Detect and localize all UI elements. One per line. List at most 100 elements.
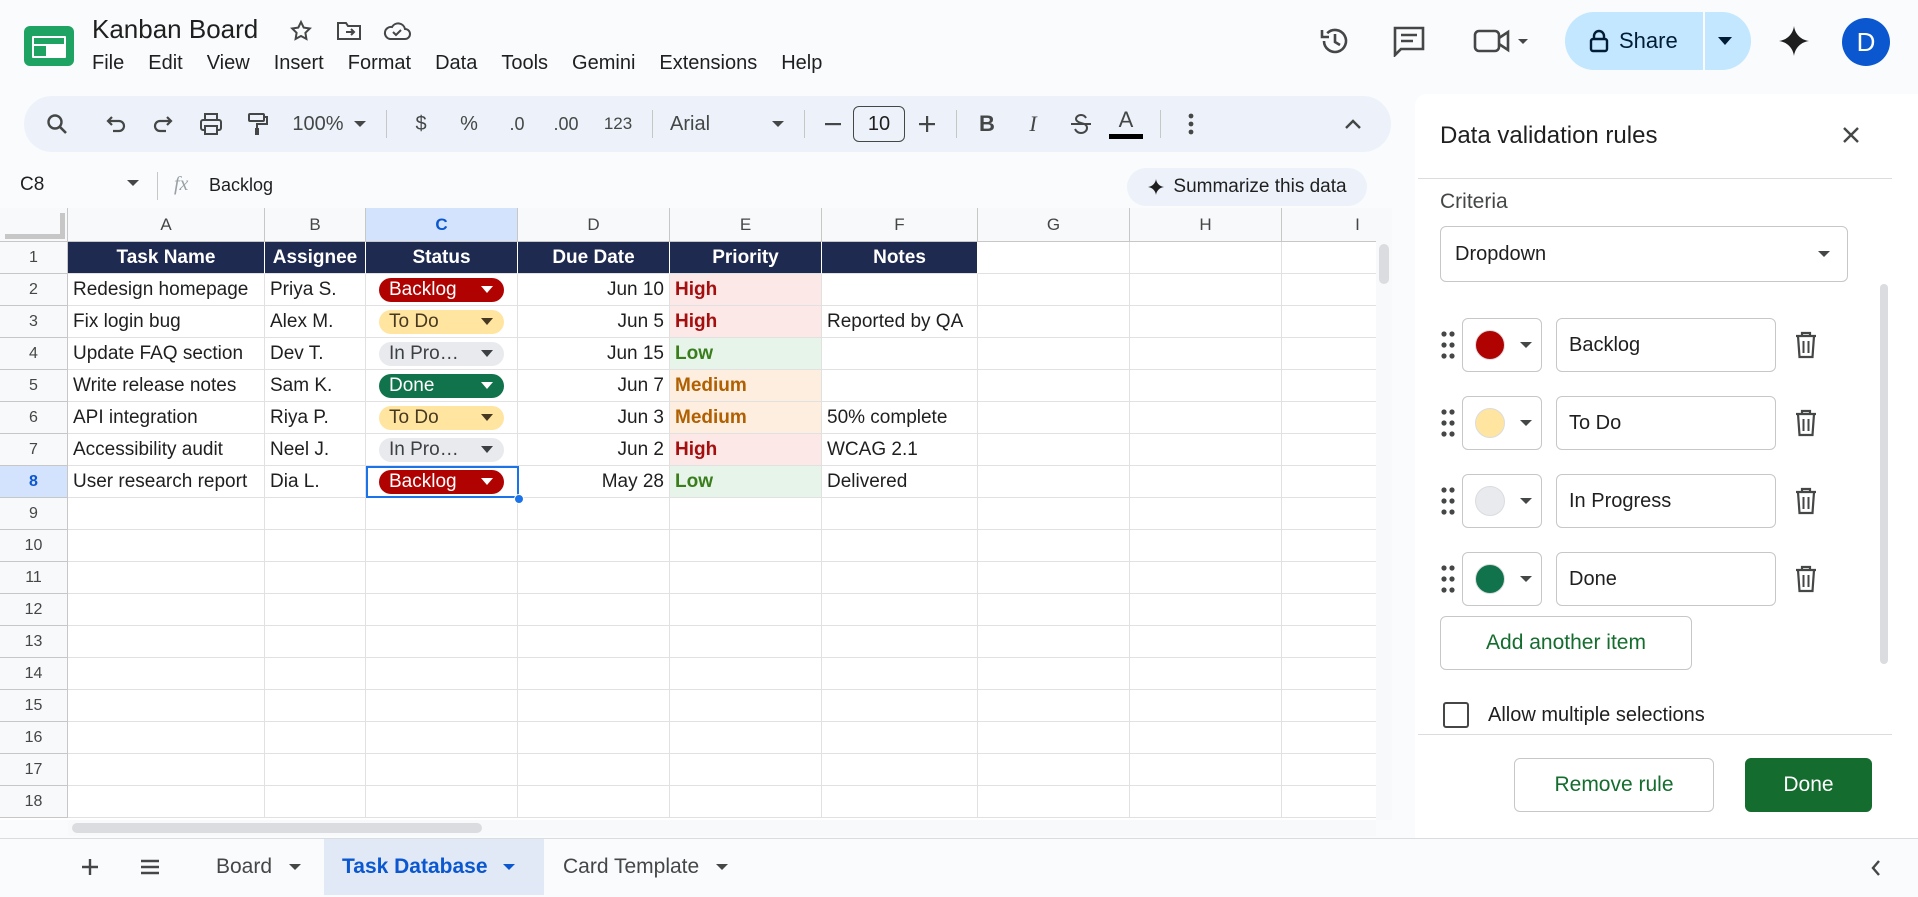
empty-cell[interactable] bbox=[265, 498, 366, 530]
row-header[interactable]: 10 bbox=[0, 530, 68, 562]
drag-handle-icon[interactable] bbox=[1440, 486, 1456, 516]
empty-cell[interactable] bbox=[366, 690, 518, 722]
decrease-font-size-icon[interactable] bbox=[818, 96, 848, 152]
name-box-dropdown-icon[interactable] bbox=[126, 178, 140, 188]
assignee-cell[interactable]: Dev T. bbox=[265, 338, 366, 370]
empty-cell[interactable] bbox=[978, 722, 1130, 754]
task-name-cell[interactable]: Redesign homepage bbox=[68, 274, 265, 306]
empty-cell[interactable] bbox=[978, 274, 1130, 306]
empty-cell[interactable] bbox=[978, 466, 1130, 498]
row-header[interactable]: 15 bbox=[0, 690, 68, 722]
status-dropdown-chip[interactable]: In Pro… bbox=[379, 437, 504, 462]
empty-cell[interactable] bbox=[670, 722, 822, 754]
sheets-logo[interactable] bbox=[22, 24, 76, 68]
table-header-cell[interactable]: Due Date bbox=[518, 242, 670, 274]
undo-icon[interactable] bbox=[99, 96, 133, 152]
row-header[interactable]: 5 bbox=[0, 370, 68, 402]
notes-cell[interactable]: WCAG 2.1 bbox=[822, 434, 978, 466]
empty-cell[interactable] bbox=[1130, 562, 1282, 594]
empty-cell[interactable] bbox=[1130, 466, 1282, 498]
status-cell[interactable]: Done bbox=[366, 370, 518, 402]
menu-extensions[interactable]: Extensions bbox=[659, 52, 767, 75]
item-value-input[interactable]: To Do bbox=[1556, 396, 1776, 450]
empty-cell[interactable] bbox=[670, 498, 822, 530]
menu-format[interactable]: Format bbox=[348, 52, 421, 75]
empty-cell[interactable] bbox=[1282, 722, 1376, 754]
redo-icon[interactable] bbox=[146, 96, 180, 152]
remove-rule-button[interactable]: Remove rule bbox=[1514, 758, 1714, 812]
empty-cell[interactable] bbox=[1282, 466, 1376, 498]
status-cell[interactable]: To Do bbox=[366, 306, 518, 338]
empty-cell[interactable] bbox=[518, 594, 670, 626]
status-cell[interactable]: Backlog bbox=[366, 466, 518, 498]
empty-cell[interactable] bbox=[68, 754, 265, 786]
empty-cell[interactable] bbox=[1130, 338, 1282, 370]
decrease-decimal-button[interactable]: .0 bbox=[500, 96, 534, 152]
empty-cell[interactable] bbox=[518, 722, 670, 754]
due-date-cell[interactable]: Jun 15 bbox=[518, 338, 670, 370]
empty-cell[interactable] bbox=[518, 658, 670, 690]
menu-data[interactable]: Data bbox=[435, 52, 487, 75]
task-name-cell[interactable]: Update FAQ section bbox=[68, 338, 265, 370]
column-header[interactable]: B bbox=[265, 208, 366, 242]
column-header[interactable]: D bbox=[518, 208, 670, 242]
empty-cell[interactable] bbox=[265, 562, 366, 594]
notes-cell[interactable]: Reported by QA bbox=[822, 306, 978, 338]
zoom-dropdown-icon[interactable] bbox=[348, 96, 372, 152]
empty-cell[interactable] bbox=[822, 658, 978, 690]
sheet-tab-card-template[interactable]: Card Template bbox=[545, 839, 747, 895]
empty-cell[interactable] bbox=[68, 722, 265, 754]
star-icon[interactable] bbox=[286, 16, 316, 46]
sheet-tab-task-database[interactable]: Task Database bbox=[324, 839, 544, 895]
empty-cell[interactable] bbox=[1130, 274, 1282, 306]
assignee-cell[interactable]: Alex M. bbox=[265, 306, 366, 338]
empty-cell[interactable] bbox=[366, 594, 518, 626]
empty-cell[interactable] bbox=[978, 658, 1130, 690]
empty-cell[interactable] bbox=[366, 530, 518, 562]
table-header-cell[interactable]: Task Name bbox=[68, 242, 265, 274]
collapse-toolbar-icon[interactable] bbox=[1336, 96, 1370, 152]
empty-cell[interactable] bbox=[265, 754, 366, 786]
document-title[interactable]: Kanban Board bbox=[92, 14, 258, 45]
empty-cell[interactable] bbox=[518, 530, 670, 562]
empty-cell[interactable] bbox=[822, 562, 978, 594]
empty-cell[interactable] bbox=[518, 626, 670, 658]
empty-cell[interactable] bbox=[1282, 274, 1376, 306]
empty-cell[interactable] bbox=[670, 658, 822, 690]
font-size-input[interactable]: 10 bbox=[853, 106, 905, 142]
empty-cell[interactable] bbox=[1130, 754, 1282, 786]
print-icon[interactable] bbox=[194, 96, 228, 152]
zoom-select[interactable]: 100% bbox=[286, 96, 350, 152]
assignee-cell[interactable]: Priya S. bbox=[265, 274, 366, 306]
priority-cell[interactable]: High bbox=[670, 434, 822, 466]
empty-cell[interactable] bbox=[366, 626, 518, 658]
text-color-button[interactable]: A bbox=[1106, 96, 1146, 152]
criteria-select[interactable]: Dropdown bbox=[1440, 226, 1848, 282]
empty-cell[interactable] bbox=[1130, 530, 1282, 562]
empty-cell[interactable] bbox=[265, 722, 366, 754]
empty-cell[interactable] bbox=[822, 626, 978, 658]
empty-cell[interactable] bbox=[68, 594, 265, 626]
comments-icon[interactable] bbox=[1389, 21, 1429, 61]
due-date-cell[interactable]: Jun 3 bbox=[518, 402, 670, 434]
empty-cell[interactable] bbox=[978, 690, 1130, 722]
empty-cell[interactable] bbox=[518, 754, 670, 786]
more-formats-button[interactable]: 123 bbox=[598, 96, 638, 152]
notes-cell[interactable] bbox=[822, 274, 978, 306]
empty-cell[interactable] bbox=[1130, 498, 1282, 530]
row-header[interactable]: 8 bbox=[0, 466, 68, 498]
empty-cell[interactable] bbox=[366, 786, 518, 818]
item-color-picker[interactable] bbox=[1462, 318, 1542, 372]
bold-button[interactable]: B bbox=[972, 96, 1002, 152]
empty-cell[interactable] bbox=[1130, 786, 1282, 818]
menu-help[interactable]: Help bbox=[781, 52, 832, 75]
item-color-picker[interactable] bbox=[1462, 552, 1542, 606]
item-color-picker[interactable] bbox=[1462, 396, 1542, 450]
priority-cell[interactable]: Medium bbox=[670, 370, 822, 402]
all-sheets-icon[interactable] bbox=[136, 853, 164, 881]
empty-cell[interactable] bbox=[670, 530, 822, 562]
empty-cell[interactable] bbox=[1282, 562, 1376, 594]
column-header[interactable]: F bbox=[822, 208, 978, 242]
task-name-cell[interactable]: API integration bbox=[68, 402, 265, 434]
empty-cell[interactable] bbox=[265, 658, 366, 690]
